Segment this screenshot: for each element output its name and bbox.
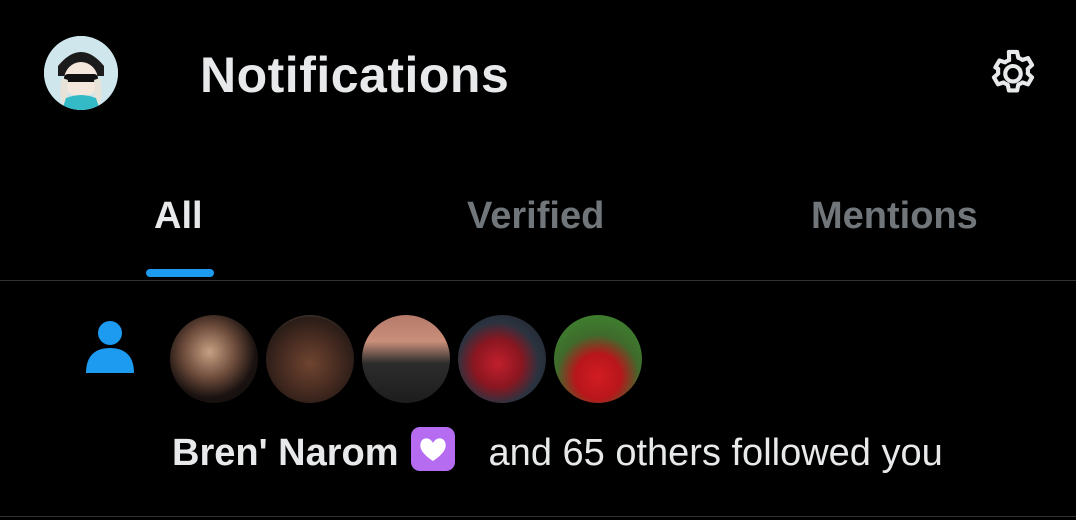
follower-avatar[interactable]	[362, 315, 450, 403]
follower-avatar[interactable]	[170, 315, 258, 403]
tab-bar: All Verified Mentions	[0, 175, 1076, 280]
avatar-illustration	[44, 36, 118, 110]
divider	[0, 516, 1076, 517]
notification-text: Bren' Narom and 65 others followed you	[172, 427, 943, 476]
active-tab-indicator	[146, 269, 214, 277]
follower-name[interactable]: Bren' Narom	[172, 432, 399, 474]
tab-label: Mentions	[811, 195, 978, 237]
purple-heart-emoji	[410, 427, 455, 471]
tab-label: All	[154, 195, 203, 237]
header: Notifications	[0, 0, 1076, 150]
profile-avatar[interactable]	[44, 36, 118, 110]
tab-verified[interactable]: Verified	[360, 175, 720, 279]
notifications-screen: Notifications All Verified Mentions Bren…	[0, 0, 1076, 520]
notification-message: and 65 others followed you	[488, 432, 943, 474]
tab-label: Verified	[467, 195, 605, 237]
gear-icon	[991, 49, 1035, 93]
page-title: Notifications	[200, 47, 510, 103]
follower-avatar[interactable]	[458, 315, 546, 403]
tab-all[interactable]: All	[0, 175, 360, 279]
tab-mentions[interactable]: Mentions	[720, 175, 1076, 279]
follower-avatar[interactable]	[554, 315, 642, 403]
heart-icon	[419, 438, 446, 461]
follower-avatar[interactable]	[266, 315, 354, 403]
follow-notification[interactable]: Bren' Narom and 65 others followed you	[0, 281, 1076, 517]
settings-button[interactable]	[982, 42, 1044, 104]
person-icon	[86, 321, 134, 373]
